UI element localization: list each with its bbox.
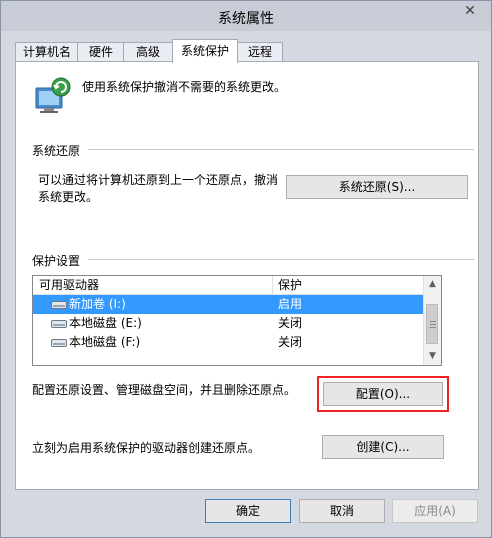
drives-listbox[interactable]: 可用驱动器 保护 新加卷 (I:) 启用 本地磁盘 (E:) 关闭 本地磁盘 (…: [32, 275, 442, 366]
thumb-grip-line: [430, 324, 436, 325]
drive-name: 新加卷 (I:): [69, 297, 126, 311]
drive-icon: [51, 320, 67, 328]
drive-protection-status: 启用: [278, 297, 303, 311]
drive-protection-status: 关闭: [278, 335, 303, 349]
tab-advanced[interactable]: 高级: [123, 42, 173, 62]
intro-description: 使用系统保护撤消不需要的系统更改。: [82, 80, 287, 94]
ok-button[interactable]: 确定: [205, 499, 291, 523]
column-header-protection[interactable]: 保护: [272, 276, 302, 294]
tab-computer-name[interactable]: 计算机名: [15, 42, 79, 62]
thumb-grip-line: [430, 327, 436, 328]
system-restore-description-line1: 可以通过将计算机还原到上一个还原点，撤消: [38, 173, 279, 187]
create-button[interactable]: 创建(C)...: [322, 435, 444, 459]
configure-description: 配置还原设置、管理磁盘空间，并且删除还原点。: [32, 383, 297, 397]
drive-row-i[interactable]: 新加卷 (I:) 启用: [33, 295, 423, 314]
thumb-grip-line: [430, 321, 436, 322]
protection-settings-divider: [88, 259, 474, 260]
create-description: 立刻为启用系统保护的驱动器创建还原点。: [32, 441, 261, 455]
system-properties-window: 系统属性 ✕ 计算机名 硬件 高级 系统保护 远程 使用系统保护撤消不需要的系统…: [0, 0, 492, 538]
window-title: 系统属性: [218, 11, 274, 27]
drive-name: 本地磁盘 (F:): [69, 335, 141, 349]
drive-name: 本地磁盘 (E:): [69, 316, 142, 330]
system-restore-heading: 系统还原: [32, 144, 81, 158]
tab-hardware[interactable]: 硬件: [77, 42, 125, 62]
system-restore-description-line2: 系统更改。: [38, 190, 99, 204]
list-header: 可用驱动器 保护: [33, 276, 423, 295]
drive-icon: [51, 301, 67, 309]
drive-row-f[interactable]: 本地磁盘 (F:) 关闭: [33, 333, 423, 352]
column-header-drives[interactable]: 可用驱动器: [33, 276, 99, 294]
system-restore-description: 可以通过将计算机还原到上一个还原点，撤消 系统更改。: [38, 172, 278, 206]
scroll-thumb[interactable]: [426, 304, 438, 344]
list-scrollbar[interactable]: ▲ ▼: [423, 276, 441, 365]
system-protection-icon: [35, 77, 71, 113]
scroll-down-icon[interactable]: ▼: [424, 348, 441, 365]
drive-icon: [51, 339, 67, 347]
apply-button[interactable]: 应用(A): [392, 499, 478, 523]
scroll-up-icon[interactable]: ▲: [424, 276, 441, 293]
drive-protection-status: 关闭: [278, 316, 303, 330]
tab-system-protection[interactable]: 系统保护: [172, 39, 238, 63]
protection-settings-heading: 保护设置: [32, 254, 81, 268]
system-restore-button[interactable]: 系统还原(S)...: [286, 175, 468, 199]
drive-row-e[interactable]: 本地磁盘 (E:) 关闭: [33, 314, 423, 333]
close-icon[interactable]: ✕: [457, 1, 483, 21]
title-bar: 系统属性 ✕: [1, 1, 491, 31]
system-protection-panel: 使用系统保护撤消不需要的系统更改。 系统还原 可以通过将计算机还原到上一个还原点…: [15, 61, 479, 490]
configure-button[interactable]: 配置(O)...: [323, 382, 443, 406]
tab-remote[interactable]: 远程: [237, 42, 283, 62]
cancel-button[interactable]: 取消: [299, 499, 385, 523]
system-restore-divider: [88, 149, 474, 150]
